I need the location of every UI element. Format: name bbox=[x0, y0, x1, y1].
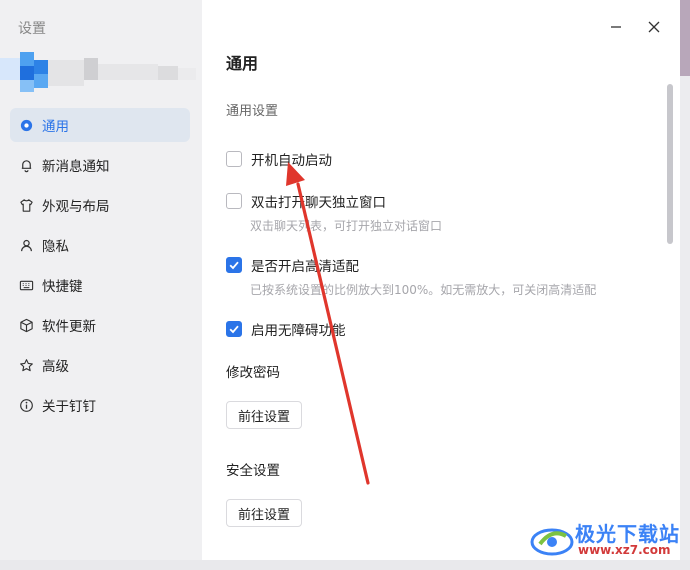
background-window-strip bbox=[680, 76, 690, 570]
sidebar-item-label: 外观与布局 bbox=[42, 199, 110, 215]
cube-icon bbox=[18, 317, 34, 333]
option-description: 双击聊天列表，可打开独立对话窗口 bbox=[250, 219, 443, 233]
sidebar-item-label: 隐私 bbox=[42, 239, 69, 255]
sidebar-item-privacy[interactable]: 隐私 bbox=[10, 228, 190, 262]
hd-adaptation-checkbox[interactable] bbox=[226, 257, 242, 273]
watermark-url: www.xz7.com bbox=[578, 543, 671, 557]
option-label: 是否开启高清适配 bbox=[251, 259, 359, 275]
hd-adaptation-option[interactable]: 是否开启高清适配 bbox=[226, 255, 359, 275]
watermark: 极光下载站 www.xz7.com bbox=[530, 518, 680, 562]
sidebar-item-general[interactable]: 通用 bbox=[10, 108, 190, 142]
option-label: 启用无障碍功能 bbox=[251, 323, 346, 339]
sidebar-item-label: 软件更新 bbox=[42, 319, 96, 335]
sidebar-item-about[interactable]: 关于钉钉 bbox=[10, 388, 190, 422]
password-settings-button[interactable]: 前往设置 bbox=[226, 401, 303, 429]
scrollbar-thumb[interactable] bbox=[667, 84, 673, 244]
gear-icon bbox=[18, 117, 34, 133]
person-icon bbox=[18, 237, 34, 253]
double-click-window-checkbox[interactable] bbox=[226, 193, 242, 209]
sidebar-item-appearance[interactable]: 外观与布局 bbox=[10, 188, 190, 222]
minimize-icon[interactable] bbox=[607, 18, 625, 36]
profile-avatar-blurred[interactable] bbox=[0, 52, 200, 100]
sidebar-nav: 通用 新消息通知 外观与布局 隐私 快捷键 软件更新 高级 关于钉钉 bbox=[10, 108, 190, 428]
password-section-heading: 修改密码 bbox=[226, 365, 280, 381]
sidebar-item-label: 关于钉钉 bbox=[42, 399, 96, 415]
checkmark-icon bbox=[229, 325, 239, 334]
security-settings-button[interactable]: 前往设置 bbox=[226, 499, 303, 527]
sidebar: 设置 通用 新消息通知 外观与布局 隐私 快捷键 软件更新 高级 关于钉钉 bbox=[0, 0, 202, 560]
sidebar-item-shortcuts[interactable]: 快捷键 bbox=[10, 268, 190, 302]
watermark-logo-icon bbox=[530, 528, 574, 556]
settings-window: 设置 通用 新消息通知 外观与布局 隐私 快捷键 软件更新 高级 关于钉钉 通用… bbox=[0, 0, 680, 560]
auto-start-checkbox[interactable] bbox=[226, 151, 242, 167]
sidebar-item-notifications[interactable]: 新消息通知 bbox=[10, 148, 190, 182]
info-icon bbox=[18, 397, 34, 413]
general-section-heading: 通用设置 bbox=[226, 104, 279, 119]
option-label: 开机自动启动 bbox=[251, 153, 332, 169]
auto-start-option[interactable]: 开机自动启动 bbox=[226, 149, 332, 169]
shirt-icon bbox=[18, 197, 34, 213]
bell-icon bbox=[18, 157, 34, 173]
close-icon[interactable] bbox=[645, 18, 663, 36]
sidebar-item-updates[interactable]: 软件更新 bbox=[10, 308, 190, 342]
keyboard-icon bbox=[18, 277, 34, 293]
accessibility-option[interactable]: 启用无障碍功能 bbox=[226, 319, 346, 339]
sidebar-title: 设置 bbox=[18, 21, 46, 37]
scrollbar[interactable] bbox=[666, 84, 674, 244]
option-description: 已按系统设置的比例放大到100%。如无需放大，可关闭高清适配 bbox=[250, 283, 597, 297]
settings-content: 通用 通用设置 开机自动启动 双击打开聊天独立窗口 双击聊天列表，可打开独立对话… bbox=[202, 0, 680, 560]
background-window-strip bbox=[680, 0, 690, 76]
sidebar-item-label: 快捷键 bbox=[42, 279, 83, 295]
sidebar-item-label: 高级 bbox=[42, 359, 69, 375]
page-title: 通用 bbox=[226, 54, 259, 73]
option-label: 双击打开聊天独立窗口 bbox=[251, 195, 386, 211]
checkmark-icon bbox=[229, 261, 239, 270]
double-click-window-option[interactable]: 双击打开聊天独立窗口 bbox=[226, 191, 386, 211]
accessibility-checkbox[interactable] bbox=[226, 321, 242, 337]
sidebar-item-label: 新消息通知 bbox=[42, 159, 110, 175]
star-icon bbox=[18, 357, 34, 373]
security-section-heading: 安全设置 bbox=[226, 463, 280, 479]
sidebar-item-label: 通用 bbox=[42, 119, 69, 135]
sidebar-item-advanced[interactable]: 高级 bbox=[10, 348, 190, 382]
